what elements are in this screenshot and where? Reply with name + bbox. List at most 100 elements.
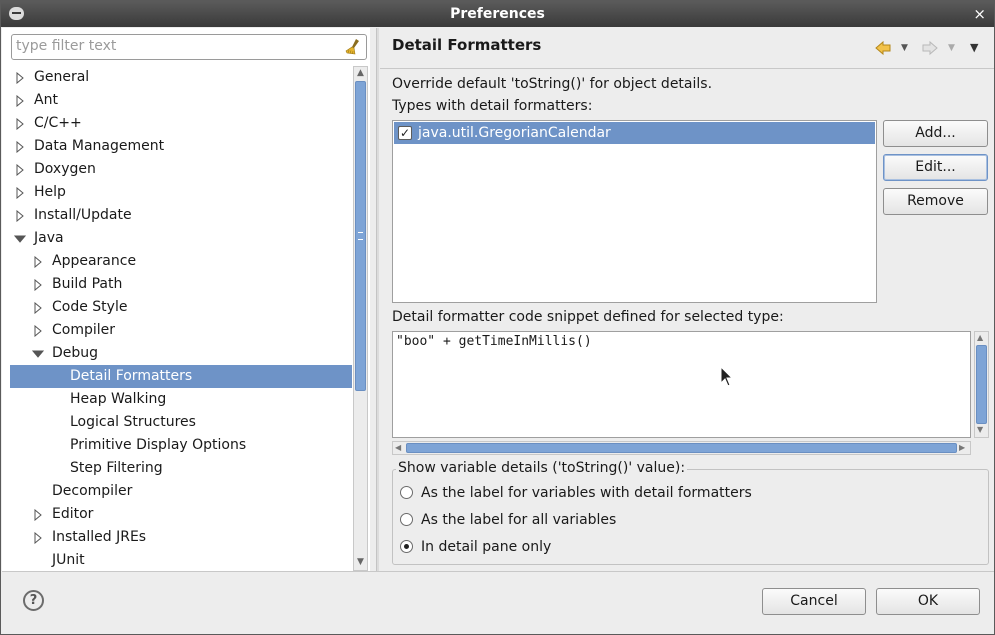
tree-item[interactable]: JUnit — [10, 549, 352, 571]
tree-item-label: C/C++ — [34, 115, 82, 131]
tree-item[interactable]: Debug — [10, 342, 352, 365]
snippet-horizontal-thumb[interactable] — [406, 443, 957, 453]
forward-history-chevron-down-icon[interactable]: ▼ — [948, 40, 955, 56]
tree-item[interactable]: Code Style — [10, 296, 352, 319]
types-list-item[interactable]: ✓ java.util.GregorianCalendar — [394, 122, 875, 144]
chevron-right-icon[interactable] — [14, 141, 26, 153]
scroll-right-icon[interactable]: ▶ — [959, 443, 965, 453]
tree-item[interactable]: C/C++ — [10, 112, 352, 135]
tree-item[interactable]: Ant — [10, 89, 352, 112]
tree-item-label: Data Management — [34, 138, 165, 154]
chevron-right-icon[interactable] — [14, 164, 26, 176]
tree-item[interactable]: Step Filtering — [10, 457, 352, 480]
help-icon[interactable]: ? — [23, 590, 44, 611]
types-list[interactable]: ✓ java.util.GregorianCalendar — [392, 120, 877, 303]
tree-item-label: Decompiler — [52, 483, 133, 499]
scroll-up-icon[interactable]: ▲ — [355, 68, 366, 79]
tree-item-label: Code Style — [52, 299, 128, 315]
scroll-down-icon[interactable]: ▼ — [977, 425, 983, 435]
type-enabled-checkbox[interactable]: ✓ — [398, 126, 412, 140]
tree-item-label: General — [34, 69, 90, 85]
option-label: In detail pane only — [421, 539, 552, 555]
tree-item[interactable]: Installed JREs — [10, 526, 352, 549]
chevron-right-icon[interactable] — [14, 72, 26, 84]
chevron-right-icon[interactable] — [14, 187, 26, 199]
tree-item[interactable]: Java — [10, 227, 352, 250]
edit-button[interactable]: Edit... — [883, 154, 988, 181]
tree-item-label: JUnit — [52, 552, 85, 568]
title-separator — [380, 68, 994, 69]
snippet-vertical-scrollbar[interactable]: ▲ ▼ — [974, 331, 989, 438]
tree-scrollbar[interactable]: ▲ ▼ — [353, 66, 368, 571]
tree-item[interactable]: Decompiler — [10, 480, 352, 503]
scroll-down-icon[interactable]: ▼ — [355, 557, 366, 568]
view-menu-icon[interactable]: ▼ — [970, 40, 978, 56]
tree-item-label: Step Filtering — [70, 460, 163, 476]
radio-button[interactable] — [400, 540, 413, 553]
chevron-right-icon[interactable] — [14, 95, 26, 107]
chevron-right-icon[interactable] — [32, 256, 44, 268]
page-title: Detail Formatters — [392, 36, 542, 54]
tree-item[interactable]: Editor — [10, 503, 352, 526]
window-menu-icon[interactable] — [9, 7, 24, 20]
cancel-button[interactable]: Cancel — [762, 588, 866, 615]
chevron-right-icon[interactable] — [14, 210, 26, 222]
title-bar: Preferences × — [1, 1, 994, 27]
tree-item[interactable]: Logical Structures — [10, 411, 352, 434]
chevron-right-icon[interactable] — [32, 325, 44, 337]
snippet-horizontal-scrollbar[interactable]: ◀ ▶ — [392, 441, 971, 455]
tree-item[interactable]: Detail Formatters — [10, 365, 352, 388]
chevron-down-icon[interactable] — [14, 233, 26, 245]
tree-item[interactable]: Compiler — [10, 319, 352, 342]
tree-item[interactable]: Data Management — [10, 135, 352, 158]
page-navigation: ▼ ▼ ▼ — [874, 40, 984, 56]
snippet-label: Detail formatter code snippet defined fo… — [392, 309, 784, 325]
snippet-editor[interactable]: "boo" + getTimeInMillis() — [392, 331, 971, 438]
radio-button[interactable] — [400, 513, 413, 526]
add-button[interactable]: Add... — [883, 120, 988, 147]
chevron-right-icon[interactable] — [32, 532, 44, 544]
tree-item[interactable]: Heap Walking — [10, 388, 352, 411]
back-history-chevron-down-icon[interactable]: ▼ — [901, 40, 908, 56]
tree-item-label: Appearance — [52, 253, 137, 269]
type-name: java.util.GregorianCalendar — [418, 125, 611, 141]
tree-item-label: Installed JREs — [52, 529, 147, 545]
tree-item[interactable]: Build Path — [10, 273, 352, 296]
tree-item[interactable]: Doxygen — [10, 158, 352, 181]
remove-button[interactable]: Remove — [883, 188, 988, 215]
arrow-right-icon[interactable] — [921, 40, 939, 56]
tree-item[interactable]: Install/Update — [10, 204, 352, 227]
mouse-cursor-icon — [720, 366, 734, 387]
tree-item[interactable]: General — [10, 66, 352, 89]
filter-input[interactable]: type filter text — [11, 34, 367, 60]
tree-item-label: Compiler — [52, 322, 116, 338]
tree-item-label: Primitive Display Options — [70, 437, 247, 453]
tree-item-label: Detail Formatters — [70, 368, 193, 384]
tree-item-label: Install/Update — [34, 207, 132, 223]
snippet-code[interactable]: "boo" + getTimeInMillis() — [396, 334, 592, 349]
chevron-right-icon[interactable] — [32, 279, 44, 291]
tree-item-label: Debug — [52, 345, 99, 361]
tree-item[interactable]: Help — [10, 181, 352, 204]
tree-item-label: Ant — [34, 92, 58, 108]
scroll-left-icon[interactable]: ◀ — [395, 443, 401, 453]
close-icon[interactable]: × — [973, 1, 986, 27]
preference-tree-panel: type filter text General Ant C/C++ Data Man… — [2, 28, 370, 571]
chevron-right-icon[interactable] — [32, 509, 44, 521]
ok-button[interactable]: OK — [876, 588, 980, 615]
chevron-right-icon[interactable] — [14, 118, 26, 130]
broom-icon[interactable] — [344, 38, 362, 56]
show-details-group-label: Show variable details ('toString()' valu… — [396, 460, 688, 476]
panel-divider[interactable] — [376, 28, 379, 571]
chevron-right-icon[interactable] — [32, 302, 44, 314]
page-description: Override default 'toString()' for object… — [392, 76, 713, 92]
chevron-down-icon[interactable] — [32, 348, 44, 360]
radio-button[interactable] — [400, 486, 413, 499]
snippet-vertical-thumb[interactable] — [976, 345, 987, 424]
option-label: As the label for all variables — [421, 512, 617, 528]
tree-item[interactable]: Appearance — [10, 250, 352, 273]
tree-scroll-thumb[interactable] — [355, 81, 366, 391]
scroll-up-icon[interactable]: ▲ — [977, 333, 983, 343]
tree-item[interactable]: Primitive Display Options — [10, 434, 352, 457]
arrow-left-icon[interactable] — [874, 40, 892, 56]
